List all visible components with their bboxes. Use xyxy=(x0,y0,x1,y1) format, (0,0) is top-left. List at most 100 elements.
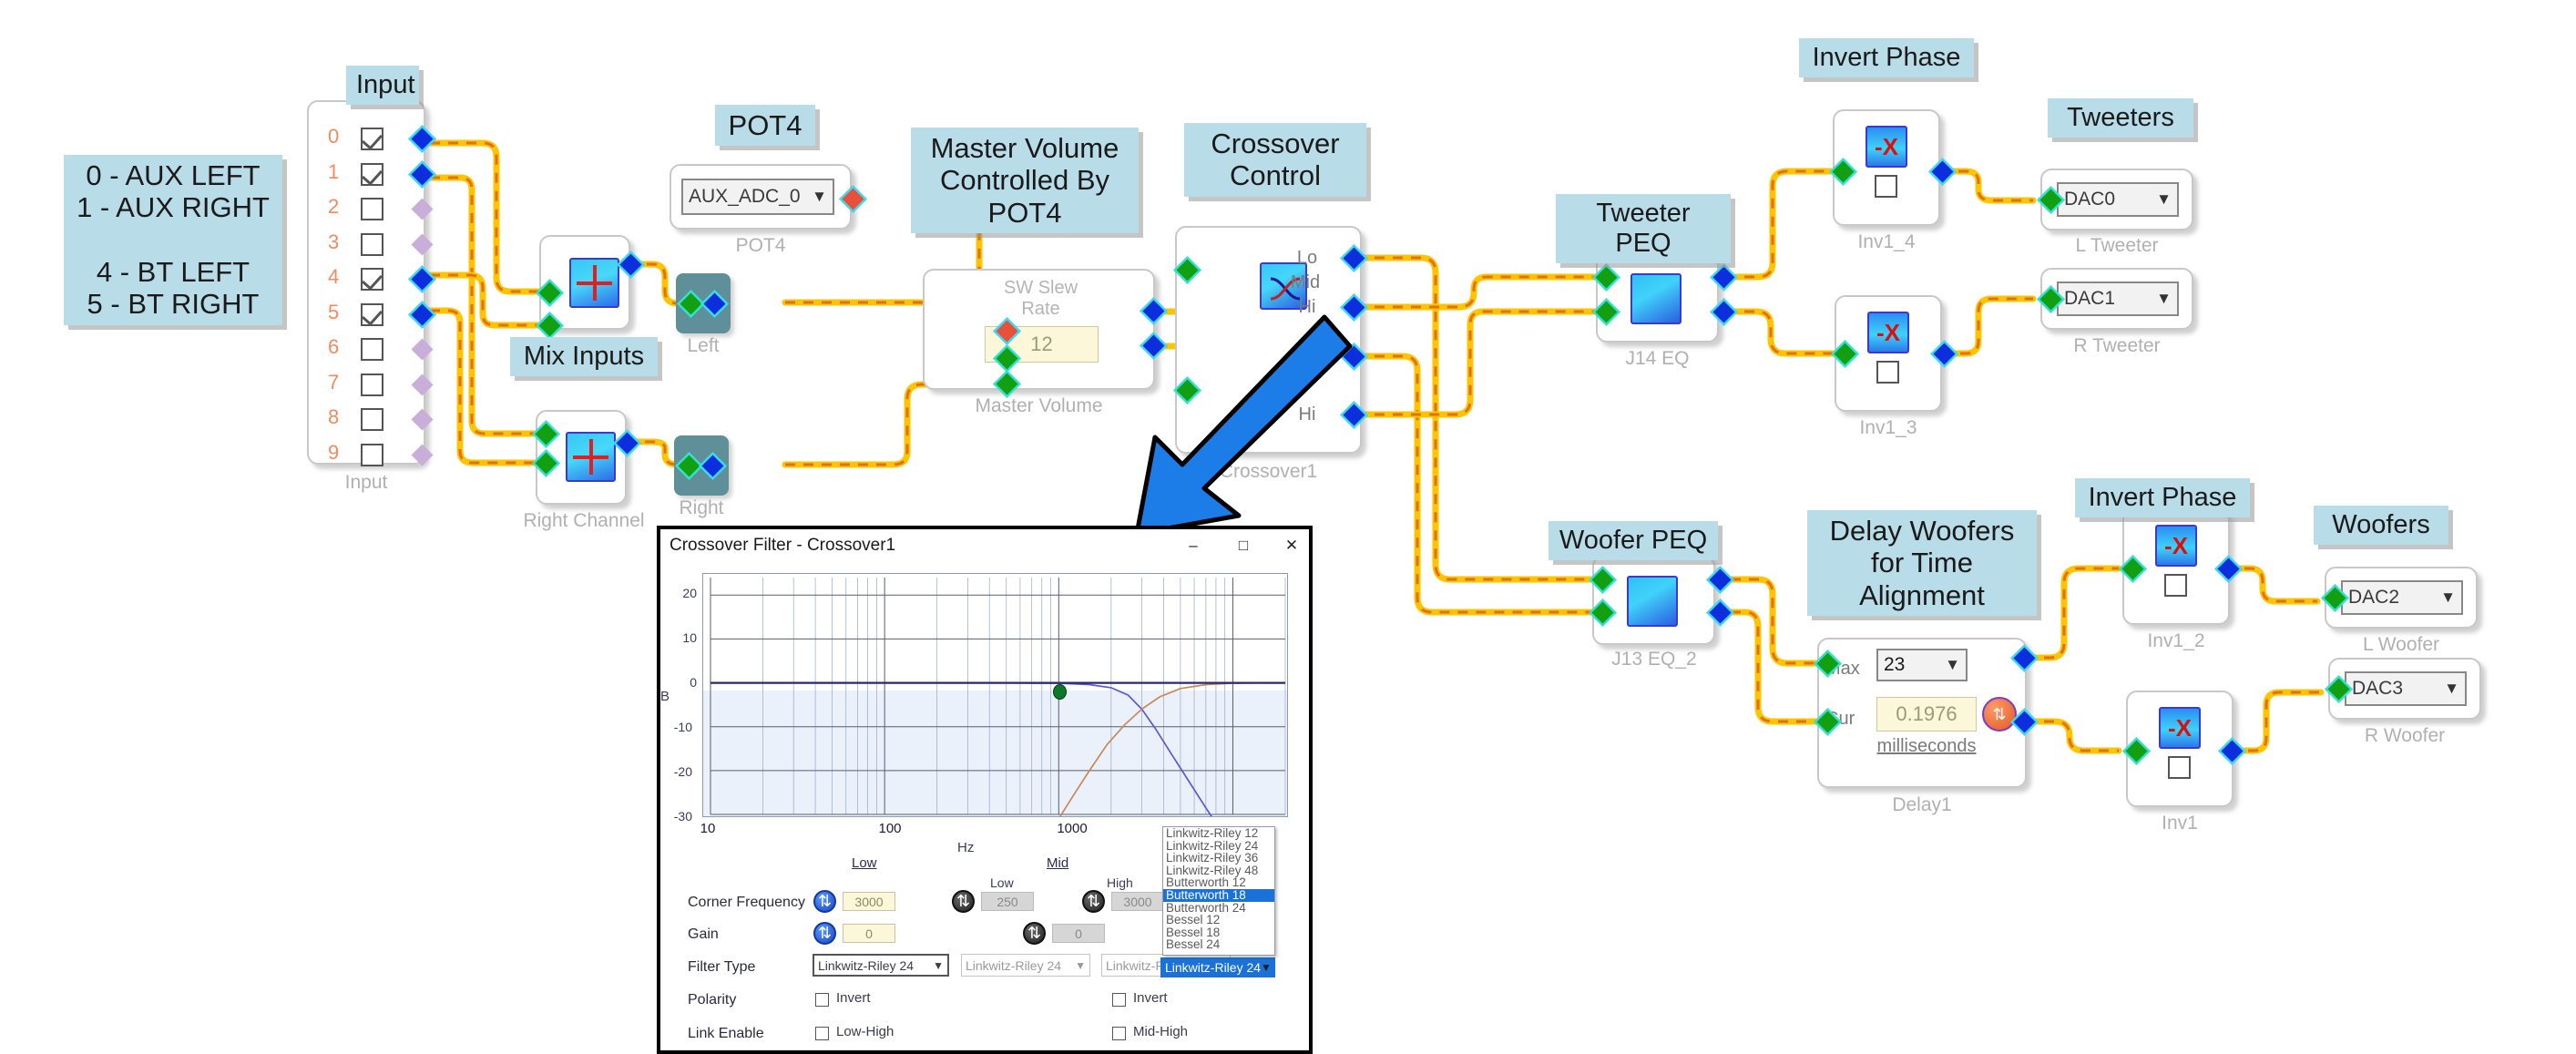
crossover-filter-dialog[interactable]: Crossover Filter - Crossover1 – □ ✕ 20 1… xyxy=(658,527,1312,1053)
r-woofer-label: R Woofer xyxy=(2364,725,2446,746)
input-checkbox-7[interactable] xyxy=(361,373,383,396)
gain-low-field[interactable]: 0 xyxy=(843,924,895,943)
x-tick-100: 100 xyxy=(878,821,902,836)
chevron-down-icon: ▼ xyxy=(1261,961,1272,974)
dropdown-item-5[interactable]: Butterworth 18 xyxy=(1163,889,1274,902)
polarity-invert-label: Invert xyxy=(836,990,871,1006)
pot4-source-select[interactable]: AUX_ADC_0 ▼ xyxy=(681,179,834,215)
invert-icon: -X xyxy=(1867,312,1909,353)
close-button[interactable]: ✕ xyxy=(1278,535,1305,557)
inv1-4-label: Inv1_4 xyxy=(1857,231,1916,252)
link-mid-high-checkbox[interactable] xyxy=(1112,1027,1126,1040)
chevron-down-icon: ▼ xyxy=(2444,680,2459,697)
sub-low-header: Low xyxy=(990,875,1014,890)
delay-max-select[interactable]: 23 ▼ xyxy=(1876,649,1968,681)
group-mid-header: Mid xyxy=(1047,855,1069,871)
right-tap-label: Right xyxy=(679,497,724,518)
delay-cur-field[interactable]: 0.1976 xyxy=(1876,697,1977,732)
callout-woofers: Woofers xyxy=(2314,506,2448,546)
dropdown-item-6[interactable]: Butterworth 24 xyxy=(1163,901,1274,915)
l-tweeter-select[interactable]: DAC0 ▼ xyxy=(2057,182,2179,217)
corner-mid-high-field: 3000 xyxy=(1111,892,1164,911)
row-label-polarity: Polarity xyxy=(688,992,737,1008)
callout-tweeters: Tweeters xyxy=(2048,98,2193,138)
input-row-index-5: 5 xyxy=(328,300,340,323)
gain-mid-field: 0 xyxy=(1052,924,1105,943)
eq-icon xyxy=(1630,273,1682,324)
delay-label: Delay1 xyxy=(1892,794,1952,815)
inv1-checkbox[interactable] xyxy=(2168,756,2191,779)
input-checkbox-9[interactable] xyxy=(361,443,383,466)
corner-mid-low-spinner[interactable]: ⇅ xyxy=(952,890,975,913)
dropdown-item-8[interactable]: Bessel 18 xyxy=(1163,926,1274,939)
input-checkbox-6[interactable] xyxy=(361,338,383,361)
inv1-3-checkbox[interactable] xyxy=(1876,361,1899,384)
filter-type-low-value: Linkwitz-Riley 24 xyxy=(818,957,915,973)
delay-spinner-knob[interactable]: ⇅ xyxy=(1982,697,2017,732)
dropdown-item-4[interactable]: Butterworth 12 xyxy=(1163,876,1274,889)
corner-mid-high-spinner[interactable]: ⇅ xyxy=(1082,890,1105,913)
filter-type-right-select[interactable]: Linkwitz-Riley 24 ▼ xyxy=(1160,957,1275,977)
crossover-out-label-mid: Mid xyxy=(1290,272,1321,292)
y-tick-10: 10 xyxy=(682,630,697,645)
input-row-index-7: 7 xyxy=(328,370,340,394)
filter-type-right-value: Linkwitz-Riley 24 xyxy=(1165,960,1262,975)
minimize-button[interactable]: – xyxy=(1180,535,1207,557)
dialog-titlebar[interactable]: Crossover Filter - Crossover1 – □ ✕ xyxy=(660,529,1309,564)
r-tweeter-value: DAC1 xyxy=(2064,288,2116,309)
filter-type-mid-low-select[interactable]: Linkwitz-Riley 24 ▼ xyxy=(961,954,1090,977)
filter-type-dropdown-list[interactable]: Linkwitz-Riley 12 Linkwitz-Riley 24 Linkwi… xyxy=(1162,826,1275,956)
inv1-2-checkbox[interactable] xyxy=(2164,574,2187,597)
r-tweeter-select[interactable]: DAC1 ▼ xyxy=(2057,281,2179,316)
l-woofer-select[interactable]: DAC2 ▼ xyxy=(2341,580,2463,615)
crossover-out-label-lo1: Lo xyxy=(1296,248,1318,268)
row-label-link-enable: Link Enable xyxy=(688,1026,764,1041)
chevron-down-icon: ▼ xyxy=(812,188,827,205)
chevron-down-icon: ▼ xyxy=(1945,656,1960,673)
input-checkbox-2[interactable] xyxy=(361,198,383,220)
dropdown-item-3[interactable]: Linkwitz-Riley 48 xyxy=(1163,865,1274,877)
corner-low-field[interactable]: 3000 xyxy=(843,892,895,911)
link-low-high-label: Low-High xyxy=(836,1024,894,1039)
corner-low-spinner[interactable]: ⇅ xyxy=(813,890,836,913)
chevron-down-icon: ▼ xyxy=(2440,588,2456,606)
gain-low-spinner[interactable]: ⇅ xyxy=(813,922,836,945)
polarity-invert-right-checkbox[interactable] xyxy=(1112,993,1126,1007)
input-checkbox-8[interactable] xyxy=(361,408,383,431)
y-tick-0: 0 xyxy=(690,675,697,690)
callout-crossover-control: Crossover Control xyxy=(1184,123,1366,197)
dropdown-item-0[interactable]: Linkwitz-Riley 12 xyxy=(1163,827,1274,840)
r-woofer-value: DAC3 xyxy=(2352,678,2404,699)
gain-mid-spinner[interactable]: ⇅ xyxy=(1023,922,1046,945)
inv1-4-checkbox[interactable] xyxy=(1875,175,1897,198)
dropdown-item-9[interactable]: Bessel 24 xyxy=(1163,938,1274,951)
input-checkbox-3[interactable] xyxy=(361,232,383,256)
chart-series-0 xyxy=(710,681,1212,816)
callout-delay-woofers: Delay Woofers for Time Alignment xyxy=(1807,510,2037,616)
input-checkbox-4[interactable] xyxy=(361,268,383,291)
delay-units-label: milliseconds xyxy=(1876,736,1977,756)
dropdown-item-2[interactable]: Linkwitz-Riley 36 xyxy=(1163,852,1274,865)
input-checkbox-5[interactable] xyxy=(361,302,383,326)
invert-icon: -X xyxy=(2155,525,2197,567)
invert-icon: -X xyxy=(2159,707,2201,749)
chevron-down-icon: ▼ xyxy=(2156,190,2172,208)
crossover-point-marker[interactable] xyxy=(1053,684,1067,700)
maximize-button[interactable]: □ xyxy=(1230,535,1257,557)
link-low-high-checkbox[interactable] xyxy=(815,1027,829,1040)
input-row-index-6: 6 xyxy=(328,335,340,358)
dropdown-item-1[interactable]: Linkwitz-Riley 24 xyxy=(1163,839,1274,853)
frequency-response-plot[interactable] xyxy=(702,573,1288,817)
filter-type-low-select[interactable]: Linkwitz-Riley 24 ▼ xyxy=(813,954,949,977)
inv1-2-label: Inv1_2 xyxy=(2147,630,2205,651)
y-tick-n10: -10 xyxy=(673,720,692,734)
input-checkbox-1[interactable] xyxy=(361,162,383,186)
input-row-index-2: 2 xyxy=(328,195,340,218)
input-row-index-9: 9 xyxy=(328,440,340,464)
callout-tweeter-peq: Tweeter PEQ xyxy=(1556,194,1731,264)
input-checkbox-0[interactable] xyxy=(361,128,383,150)
r-woofer-select[interactable]: DAC3 ▼ xyxy=(2345,671,2467,706)
inv1-label: Inv1 xyxy=(2162,813,2198,834)
dropdown-item-7[interactable]: Bessel 12 xyxy=(1163,914,1274,926)
polarity-invert-checkbox[interactable] xyxy=(815,993,829,1007)
